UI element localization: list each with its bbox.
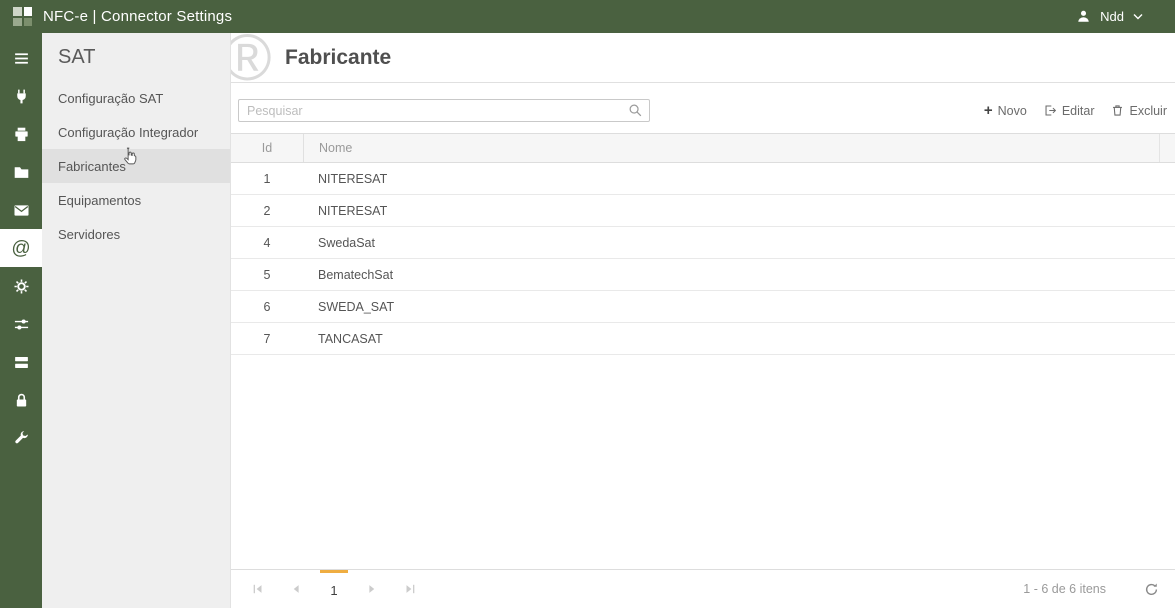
main-content: ® Fabricante + Novo [231,33,1175,608]
queue-icon[interactable] [0,343,42,381]
pager: 1 1 - 6 de 6 itens [231,569,1175,608]
menu-item-configuracao-sat[interactable]: Configuração SAT [42,81,230,115]
cell-id: 6 [231,300,303,314]
trash-icon [1111,104,1124,117]
novo-button[interactable]: + Novo [984,103,1027,118]
cell-id: 4 [231,236,303,250]
gear-icon[interactable] [0,267,42,305]
app-title: NFC-e | Connector Settings [43,8,232,25]
wrench-icon[interactable] [0,419,42,457]
page-number-current[interactable]: 1 [320,570,348,608]
column-header-id[interactable]: Id [231,141,303,155]
menu-panel-title: SAT [42,33,230,81]
menu-item-configuracao-integrador[interactable]: Configuração Integrador [42,115,230,149]
user-icon [1076,9,1091,24]
table-row[interactable]: 5BematechSat [231,259,1175,291]
lock-icon[interactable] [0,381,42,419]
table-body: 1NITERESAT2NITERESAT4SwedaSat5BematechSa… [231,163,1175,355]
editar-button[interactable]: Editar [1044,104,1095,118]
cell-nome: NITERESAT [303,204,1175,218]
grid-header: Id Nome [231,134,1175,163]
pager-info: 1 - 6 de 6 itens [1023,570,1106,608]
last-page-button[interactable] [398,570,422,608]
next-page-button[interactable] [360,570,384,608]
page-title: Fabricante [285,46,391,70]
search-input[interactable] [238,99,650,122]
plug-icon[interactable] [0,77,42,115]
edit-icon [1044,104,1057,117]
table-row[interactable]: 6SWEDA_SAT [231,291,1175,323]
app-logo-icon [13,7,32,26]
cell-nome: TANCASAT [303,332,1175,346]
search-icon [628,103,643,118]
menu-item-equipamentos[interactable]: Equipamentos [42,183,230,217]
header-spacer [1159,134,1175,162]
folder-icon[interactable] [0,153,42,191]
first-page-button[interactable] [246,570,270,608]
cell-id: 5 [231,268,303,282]
user-menu[interactable]: Ndd [1076,9,1143,24]
prev-page-button[interactable] [284,570,308,608]
icon-rail: @ [0,33,42,608]
table-row[interactable]: 1NITERESAT [231,163,1175,195]
column-header-nome[interactable]: Nome [303,134,1159,162]
sliders-icon[interactable] [0,305,42,343]
table-row[interactable]: 4SwedaSat [231,227,1175,259]
at-icon[interactable]: @ [0,229,42,267]
menu-item-fabricantes[interactable]: Fabricantes [42,149,230,183]
user-name: Ndd [1100,9,1124,24]
refresh-icon[interactable] [1144,570,1159,608]
cell-nome: SwedaSat [303,236,1175,250]
menu-item-servidores[interactable]: Servidores [42,217,230,251]
cell-nome: SWEDA_SAT [303,300,1175,314]
content-header: Fabricante [231,33,1175,83]
menu-panel: SAT Configuração SAT Configuração Integr… [42,33,231,608]
envelope-icon[interactable] [0,191,42,229]
printer-icon[interactable] [0,115,42,153]
cell-nome: BematechSat [303,268,1175,282]
plus-icon: + [984,103,993,118]
topbar: NFC-e | Connector Settings Ndd [0,0,1175,33]
table-row[interactable]: 7TANCASAT [231,323,1175,355]
excluir-button[interactable]: Excluir [1111,104,1167,118]
menu-icon[interactable] [0,39,42,77]
fabricantes-grid: Id Nome 1NITERESAT2NITERESAT4SwedaSat5Be… [231,133,1175,355]
cell-id: 2 [231,204,303,218]
cell-nome: NITERESAT [303,172,1175,186]
cell-id: 7 [231,332,303,346]
table-row[interactable]: 2NITERESAT [231,195,1175,227]
chevron-down-icon [1133,13,1143,20]
cell-id: 1 [231,172,303,186]
